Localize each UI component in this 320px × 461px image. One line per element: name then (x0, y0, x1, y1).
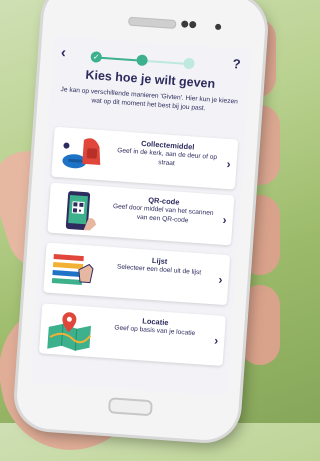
phone-device: ‹ ✓ ? Kies hoe je wilt geven Je kan op v… (14, 0, 268, 443)
option-card-locatie[interactable]: Locatie Geef op basis van je locatie › (38, 303, 226, 367)
front-camera-icon (214, 23, 222, 31)
chevron-right-icon: › (222, 212, 228, 227)
qr-phone-icon (65, 191, 97, 231)
back-button[interactable]: ‹ (60, 44, 66, 61)
list-hand-icon (51, 254, 94, 286)
phone-speaker (128, 16, 177, 29)
collection-bag-icon (62, 138, 101, 169)
home-button[interactable] (107, 397, 153, 417)
help-button[interactable]: ? (232, 56, 241, 72)
camera-icon (181, 20, 189, 28)
chevron-right-icon: › (218, 272, 223, 287)
step-current-dot (136, 54, 148, 67)
chevron-right-icon: › (213, 333, 219, 348)
progress-steps: ✓ (90, 51, 195, 70)
option-card-qr-code[interactable]: QR-code Geef door middel van het scannen… (47, 182, 235, 246)
step-pending-dot (183, 57, 195, 70)
step-done-check-icon: ✓ (90, 51, 103, 63)
option-card-collectemiddel[interactable]: Collectemiddel Geef in de kerk, aan de d… (51, 126, 239, 190)
progress-line-todo (142, 59, 189, 65)
map-pin-icon (47, 312, 92, 351)
chevron-right-icon: › (226, 156, 232, 172)
app-screen: ‹ ✓ ? Kies hoe je wilt geven Je kan op v… (29, 35, 252, 397)
sensor-icon (188, 20, 197, 29)
option-card-lijst[interactable]: Lijst Selecteer een doel uit de lijst › (43, 242, 231, 306)
